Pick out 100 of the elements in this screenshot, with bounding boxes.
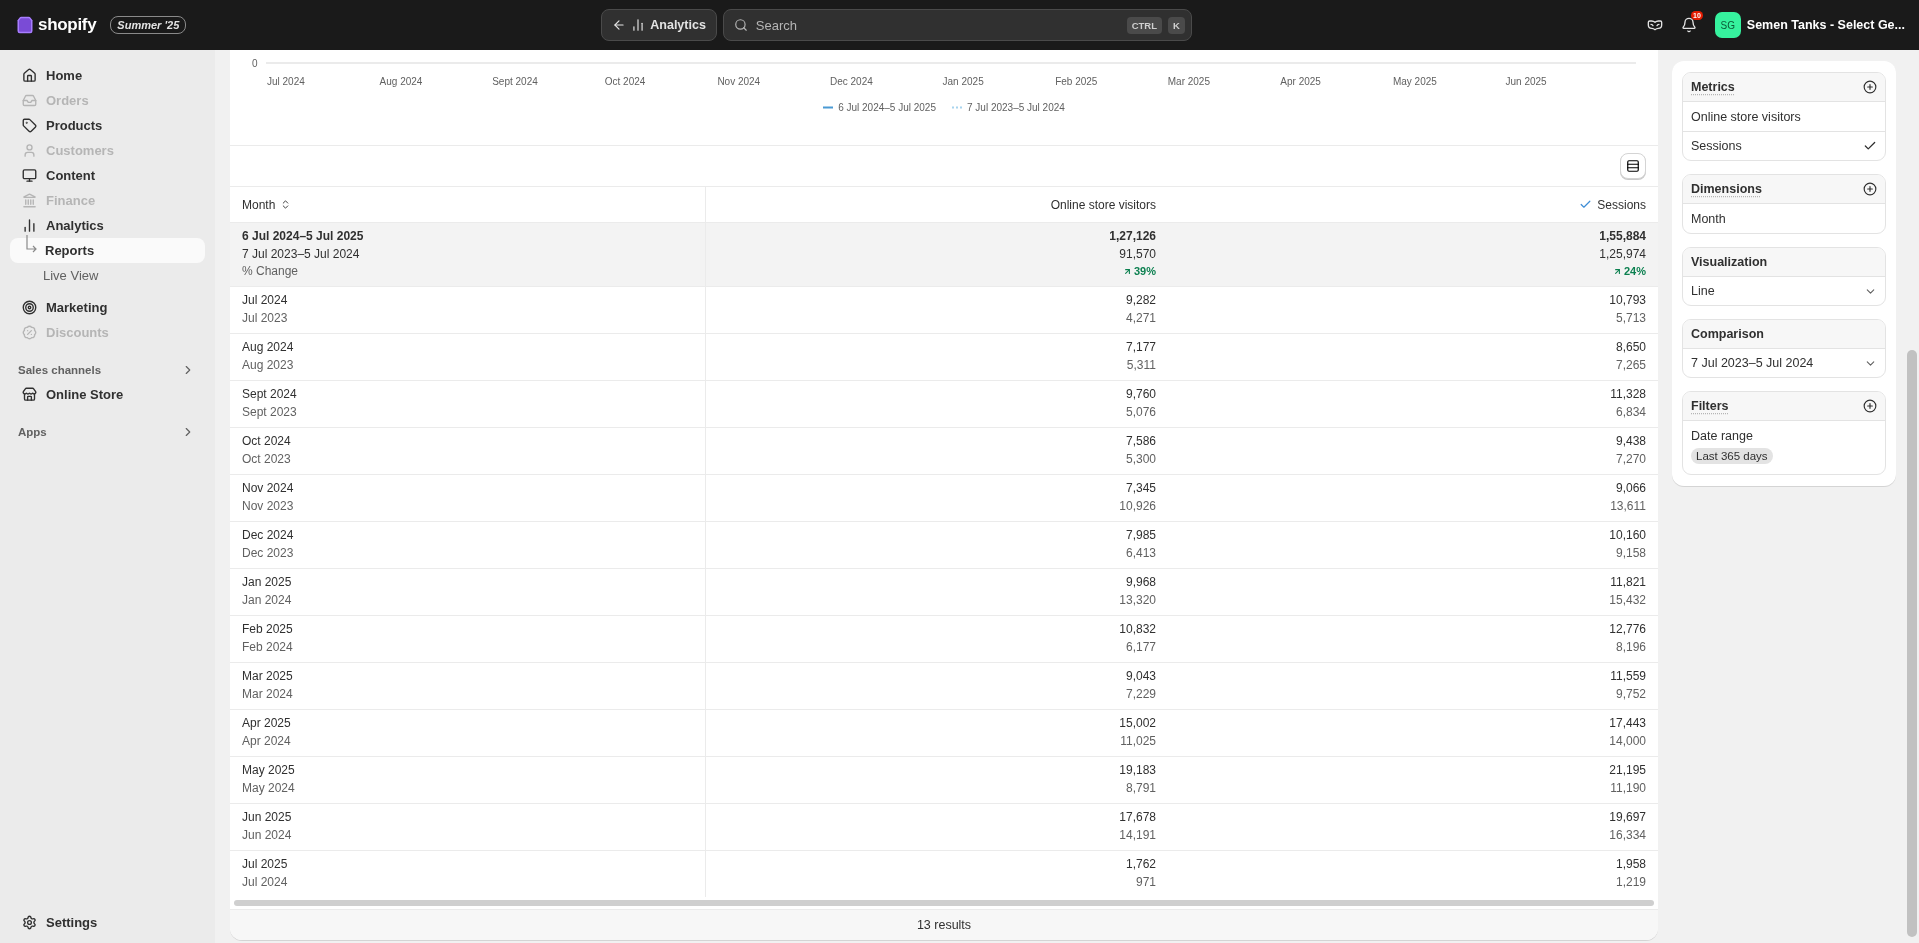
table-cell: Jun 2024 [242,826,292,844]
table-cell: 5,713 [1615,309,1646,327]
table-cell-text: Oct 2024 [242,433,291,450]
add-icon[interactable] [1863,182,1877,196]
axis-label: Oct 2024 [604,76,647,87]
back-arrow-icon [612,18,627,32]
edition-badge: Summer '25 [110,16,187,34]
axis-label: May 2025 [1392,76,1438,87]
shortcut-key: CTRL [1126,16,1162,34]
table-cell: 9,752 [1615,685,1646,703]
table-cell: 15,432 [1609,591,1646,609]
table-cell: 8,791 [1125,779,1156,797]
logo[interactable]: shopify [38,15,97,35]
table-cell-text: 7,985 [1125,527,1156,544]
table-cell: 16,334 [1609,826,1646,844]
search-icon [733,18,748,32]
table-cell: 10,926 [1119,497,1156,515]
legend-item[interactable]: 6 Jul 2024–5 Jul 2025 [823,102,936,113]
nav-item[interactable]: Products [10,113,205,138]
table-cell: 5,311 [1126,356,1156,374]
table-cell-text: 7,177 [1125,339,1156,356]
metric-option[interactable]: Month [1683,204,1885,233]
target-icon [22,300,37,315]
search-field[interactable]: Search CTRL K [722,9,1192,41]
table-cell: 8,196 [1615,638,1646,656]
add-icon[interactable] [1863,399,1877,413]
table-cell-text: 11,559 [1610,668,1646,685]
table-cell-text: Nov 2024 [242,480,294,497]
add-icon[interactable] [1863,80,1877,94]
tag-icon [22,118,37,133]
section-title: Metrics [1691,80,1735,94]
logo-icon [16,16,34,34]
table-cell: 1,219 [1615,873,1646,891]
table-cell-text: 10,832 [1119,621,1156,638]
scrollbar[interactable] [234,899,1654,906]
table-icon [1626,159,1640,173]
bell-icon[interactable] [1680,17,1697,33]
comparison-label: 7 Jul 2023–5 Jul 2024 [242,245,360,263]
table-cell-text: 17,678 [1119,809,1156,826]
table-cell-text: 11,328 [1610,386,1646,403]
axis-label: Jun 2025 [1505,76,1548,87]
nav-item[interactable]: Marketing [10,295,205,320]
nav-subitem[interactable]: Reports [10,238,205,263]
period-label: 6 Jul 2024–5 Jul 2025 [242,228,364,245]
bank-icon [22,193,37,208]
table-cell-text: 11,821 [1610,574,1646,591]
table-cell: Sept 2023 [242,403,297,421]
store-avatar: SG [1714,12,1741,38]
mask-icon[interactable] [1646,17,1663,33]
table-cell: Apr 2024 [242,732,291,750]
table-cell-text: 19,183 [1119,762,1156,779]
table-cell: 11,025 [1120,732,1156,750]
legend-line-icon [952,106,962,109]
select-field[interactable]: Line [1683,277,1885,305]
legend-line-icon [823,106,834,109]
column-header[interactable]: Online store visitors [706,187,1168,222]
store-icon [22,387,37,402]
nav-item[interactable]: Analytics [10,213,205,238]
nav-subitem[interactable]: Live View [10,263,205,288]
nav-item[interactable]: Home [10,63,205,88]
axis-label: Mar 2025 [1167,76,1211,87]
table-cell-text: 7,586 [1125,433,1156,450]
table-cell-text: 10,160 [1609,527,1646,544]
search-input[interactable]: Search [753,16,1121,34]
filter-label: Date range [1691,429,1753,443]
inbox-icon [22,93,37,108]
nav-item[interactable]: Online Store [10,382,205,407]
select-field[interactable]: 7 Jul 2023–5 Jul 2024 [1683,349,1885,377]
filter-tag[interactable]: Last 365 days [1691,448,1773,464]
store-menu[interactable]: SG Semen Tanks - Select Ge... [1714,12,1905,38]
section-title: Sales channels [18,363,102,376]
table-cell: 6,177 [1125,638,1156,656]
table-cell-text: May 2025 [242,762,295,779]
scrollbar[interactable] [1907,350,1917,937]
legend-item[interactable]: 7 Jul 2023–5 Jul 2024 [952,102,1065,113]
axis-label: Sept 2024 [492,76,539,87]
back-button[interactable]: Analytics [601,9,717,41]
nav-item[interactable]: Content [10,163,205,188]
table-cell-text: Jul 2024 [242,292,288,309]
settings-icon [22,915,37,930]
axis-label: Feb 2025 [1055,76,1099,87]
column-header[interactable]: Sessions [1168,187,1658,222]
table-cell-text: 8,650 [1615,339,1646,356]
metric-option[interactable]: Sessions [1683,131,1885,160]
table-cell: 13,320 [1119,591,1156,609]
table-cell: Oct 2023 [242,450,291,468]
table-cell: Jul 2023 [242,309,288,327]
table-view-button[interactable] [1620,153,1646,179]
table-cell-text: Sept 2024 [242,386,297,403]
metric-option[interactable]: Online store visitors [1683,102,1885,131]
table-cell: May 2024 [242,779,295,797]
table-cell: 4,271 [1125,309,1156,327]
axis-label: Dec 2024 [829,76,874,87]
axis-label: Aug 2024 [379,76,424,87]
table-cell: Feb 2024 [242,638,293,656]
nav-item[interactable]: Settings [10,910,205,935]
table-cell-text: 9,968 [1125,574,1156,591]
table-cell: Dec 2023 [242,544,294,562]
change-value: 24% [1612,263,1646,281]
bar-chart-icon [631,18,646,32]
